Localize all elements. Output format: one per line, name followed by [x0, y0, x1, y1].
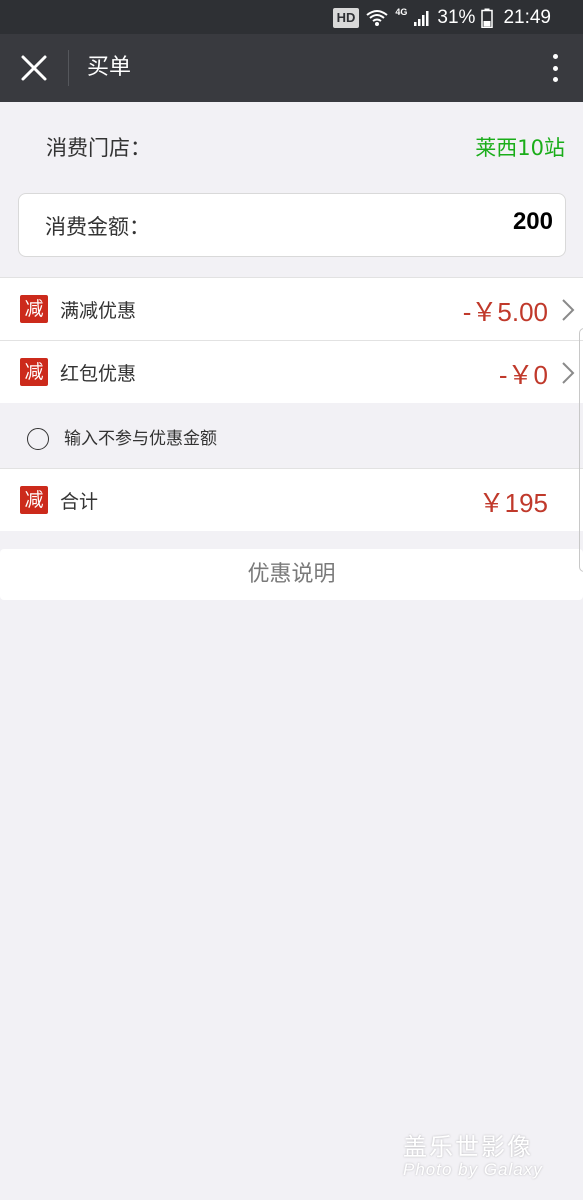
title-bar: 买单 — [0, 34, 583, 102]
close-button[interactable] — [18, 52, 50, 84]
more-options-button[interactable] — [549, 50, 561, 86]
discount-badge: 减 — [20, 295, 48, 323]
total-badge: 减 — [20, 486, 48, 514]
chevron-right-icon — [562, 362, 575, 384]
page-title: 买单 — [87, 55, 132, 80]
discount-row-red-packet[interactable]: 减 红包优惠 -￥0 — [0, 340, 583, 403]
clock: 21:49 — [503, 7, 551, 28]
amount-input[interactable]: 消费金额： 200 — [18, 193, 566, 257]
signal-icon — [414, 11, 429, 26]
chevron-right-icon — [562, 299, 575, 321]
wifi-icon — [366, 10, 389, 26]
network-type-label: 4G — [395, 7, 408, 17]
discount-value: -￥0 — [498, 360, 548, 390]
discount-label: 满减优惠 — [60, 300, 137, 322]
store-label: 消费门店： — [46, 136, 151, 160]
store-row: 消费门店： 莱西10站 — [0, 118, 583, 176]
scroll-indicator — [579, 328, 583, 572]
exclude-amount-option[interactable]: 输入不参与优惠金额 — [0, 404, 583, 468]
more-vertical-icon — [552, 54, 558, 59]
battery-percent: 31% — [437, 7, 476, 28]
discount-badge: 减 — [20, 358, 48, 386]
discount-value: -￥5.00 — [462, 297, 548, 327]
total-value: ￥195 — [478, 488, 548, 518]
battery-icon — [481, 8, 494, 28]
total-label: 合计 — [60, 491, 99, 513]
total-row: 减 合计 ￥195 — [0, 468, 583, 531]
exclude-amount-label: 输入不参与优惠金额 — [64, 429, 217, 449]
watermark: 盖乐世影像 Photo by Galaxy — [403, 1127, 563, 1180]
hd-badge: HD — [332, 8, 360, 28]
close-icon — [21, 55, 47, 81]
watermark-main: 盖乐世影像 — [403, 1133, 533, 1161]
store-name: 莱西10站 — [475, 136, 565, 160]
watermark-sub: Photo by Galaxy — [403, 1160, 543, 1179]
amount-value[interactable]: 200 — [513, 208, 553, 236]
amount-label: 消费金额： — [45, 215, 150, 239]
discount-row-full-reduction[interactable]: 减 满减优惠 -￥5.00 — [0, 277, 583, 340]
discount-label: 红包优惠 — [60, 363, 137, 385]
status-icons: HD 4G 31% 21:49 — [332, 6, 551, 30]
title-divider — [68, 50, 69, 86]
exclude-amount-radio[interactable] — [27, 428, 49, 450]
promo-info-button[interactable]: 优惠说明 — [0, 549, 583, 600]
status-bar: HD 4G 31% 21:49 — [0, 0, 583, 34]
